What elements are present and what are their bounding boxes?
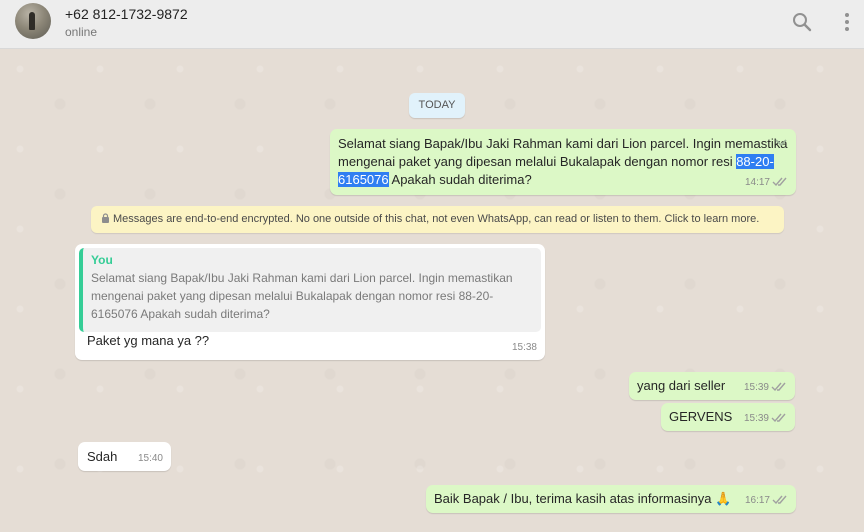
message-time: 15:38	[511, 342, 537, 353]
search-icon[interactable]	[790, 10, 814, 34]
double-check-icon	[771, 413, 786, 423]
contact-status: online	[65, 25, 98, 39]
encryption-text: Messages are end-to-end encrypted. No on…	[113, 213, 760, 225]
quote-author: You	[91, 253, 113, 267]
message-meta: 16:17	[745, 492, 788, 510]
avatar[interactable]	[15, 3, 51, 39]
message-outgoing[interactable]: GERVENS 15:39	[661, 403, 795, 431]
message-outgoing[interactable]: yang dari seller 15:39	[629, 372, 795, 400]
message-outgoing[interactable]: Baik Bapak / Ibu, terima kasih atas info…	[426, 485, 796, 513]
double-check-icon	[772, 495, 787, 505]
message-time: 15:39	[743, 382, 769, 393]
message-text: Selamat siang Bapak/Ibu Jaki Rahman kami…	[338, 136, 788, 151]
lock-icon	[102, 213, 109, 223]
message-outgoing[interactable]: Selamat siang Bapak/Ibu Jaki Rahman kami…	[330, 129, 796, 195]
date-label: TODAY	[409, 93, 465, 118]
message-time: 15:39	[743, 413, 769, 424]
message-incoming[interactable]: Sdah 15:40	[78, 442, 171, 471]
message-text: GERVENS	[669, 409, 733, 424]
quoted-message[interactable]: You Selamat siang Bapak/Ibu Jaki Rahman …	[79, 248, 541, 332]
selected-text: 6165076	[338, 172, 389, 187]
message-time: 14:17	[744, 177, 770, 188]
encryption-notice[interactable]: Messages are end-to-end encrypted. No on…	[91, 206, 784, 233]
message-text: Paket yg mana ya ??	[87, 333, 210, 348]
message-text: yang dari seller	[637, 378, 726, 393]
double-check-icon	[771, 382, 786, 392]
message-text: Baik Bapak / Ibu, terima kasih atas info…	[434, 491, 732, 506]
contact-name[interactable]: +62 812-1732-9872	[65, 6, 188, 22]
message-text: Sdah	[87, 449, 118, 464]
selected-text: 88-20-	[736, 154, 774, 169]
chat-header: +62 812-1732-9872 online	[0, 0, 864, 49]
quote-text: Selamat siang Bapak/Ibu Jaki Rahman kami…	[91, 271, 513, 321]
message-time: 16:17	[744, 495, 770, 506]
message-time: 15:40	[137, 453, 163, 464]
message-meta: 15:39	[744, 379, 787, 397]
message-meta: 15:39	[744, 410, 787, 428]
message-text: mengenai paket yang dipesan melalui Buka…	[338, 154, 737, 169]
message-meta: 14:17	[745, 174, 788, 192]
double-check-icon	[772, 177, 787, 187]
menu-icon[interactable]	[836, 10, 860, 34]
message-incoming[interactable]: You Selamat siang Bapak/Ibu Jaki Rahman …	[75, 244, 545, 360]
chevron-down-icon[interactable]	[774, 135, 788, 153]
message-text: Apakah sudah diterima?	[388, 172, 532, 187]
chat-area[interactable]: TODAY Selamat siang Bapak/Ibu Jaki Rahma…	[0, 49, 864, 532]
